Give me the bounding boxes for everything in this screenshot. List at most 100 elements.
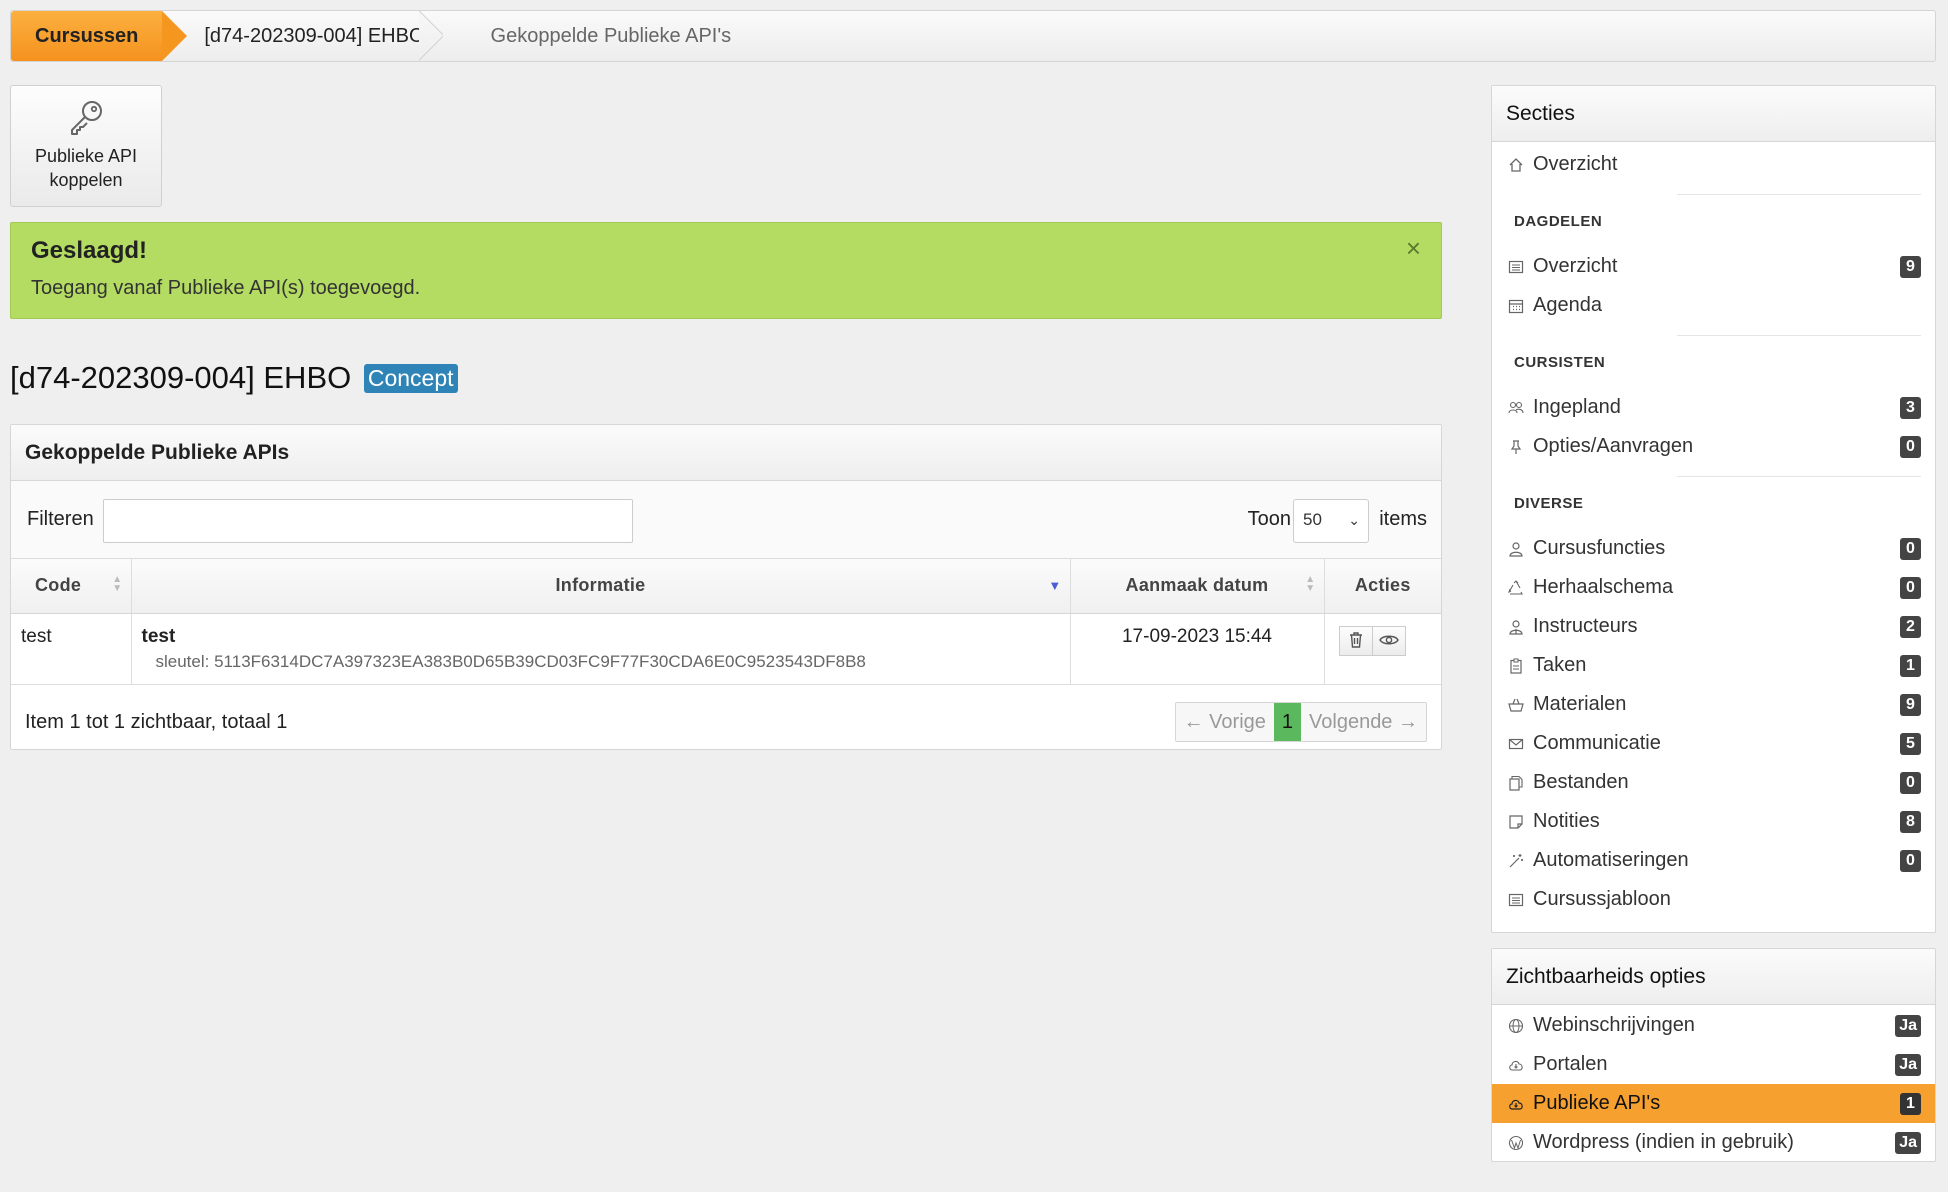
instructor-icon xyxy=(1509,620,1523,635)
list-icon xyxy=(1508,260,1524,274)
view-button[interactable] xyxy=(1371,625,1406,656)
column-header-info[interactable]: Informatie ▼ xyxy=(131,559,1071,614)
user-badge-icon xyxy=(1509,542,1523,557)
breadcrumb-course-label: [d74-202309-004] EHBO xyxy=(204,25,425,47)
delete-button[interactable] xyxy=(1338,625,1373,656)
sidebar-item-label: Cursusfuncties xyxy=(1533,537,1666,559)
pagination-summary: Item 1 tot 1 zichtbaar, totaal 1 xyxy=(25,710,288,733)
sidebar-item-cursusfuncties[interactable]: Cursusfuncties 0 xyxy=(1492,529,1935,568)
clipboard-icon xyxy=(1510,658,1522,674)
table-footer: Item 1 tot 1 zichtbaar, totaal 1 ← Vorig… xyxy=(11,685,1441,757)
sidebar-item-label: Opties/Aanvragen xyxy=(1533,435,1694,457)
breadcrumb-home[interactable]: Cursussen xyxy=(11,11,188,61)
linked-apis-panel: Gekoppelde Publieke APIs Filteren Toon 5… xyxy=(10,424,1442,750)
status-badge: Ja xyxy=(1895,1015,1921,1037)
cloud-icon xyxy=(1509,1060,1523,1071)
group-diverse: DIVERSE xyxy=(1514,495,1584,512)
filter-input[interactable] xyxy=(103,499,633,543)
sidebar-item-materialen[interactable]: Materialen 9 xyxy=(1492,685,1935,724)
sidebar-item-label: Agenda xyxy=(1533,294,1602,316)
count-badge: 1 xyxy=(1900,1093,1921,1115)
calendar-icon xyxy=(1508,299,1524,314)
globe-icon xyxy=(1508,1018,1524,1034)
breadcrumb: Cursussen [d74-202309-004] EHBO Gekoppel… xyxy=(10,10,1936,62)
sidebar-item-bestanden[interactable]: Bestanden 0 xyxy=(1492,763,1935,802)
column-header-code[interactable]: Code ▲ ▼ xyxy=(11,559,132,614)
sidebar-item-communicatie[interactable]: Communicatie 5 xyxy=(1492,724,1935,763)
count-badge: 0 xyxy=(1900,538,1921,560)
sidebar-item-label: Notities xyxy=(1533,810,1600,832)
breadcrumb-course[interactable]: [d74-202309-004] EHBO xyxy=(162,11,454,61)
visibility-panel: Zichtbaarheids opties Webinschrijvingen … xyxy=(1491,948,1936,1162)
column-header-actions-label: Acties xyxy=(1354,575,1411,596)
envelope-icon xyxy=(1508,738,1524,750)
sidebar-item-portalen[interactable]: Portalen Ja xyxy=(1492,1045,1935,1084)
sidebar-item-label: Webinschrijvingen xyxy=(1533,1014,1695,1036)
sidebar-item-label: Ingepland xyxy=(1533,396,1621,418)
count-badge: 1 xyxy=(1900,655,1921,677)
sidebar-item-automatiseringen[interactable]: Automatiseringen 0 xyxy=(1492,841,1935,880)
count-badge: 2 xyxy=(1900,616,1921,638)
visibility-title: Zichtbaarheids opties xyxy=(1492,949,1935,1005)
action-label-line1: Publieke API xyxy=(34,146,138,166)
sidebar-item-taken[interactable]: Taken 1 xyxy=(1492,646,1935,685)
sidebar-item-label: Materialen xyxy=(1533,693,1627,715)
sidebar-item-label: Communicatie xyxy=(1533,732,1661,754)
sidebar-item-agenda[interactable]: Agenda xyxy=(1492,286,1935,325)
page-size-select[interactable]: 50 ⌄ xyxy=(1293,499,1369,543)
sections-title: Secties xyxy=(1492,86,1935,142)
sidebar-item-ingepland[interactable]: Ingepland 3 xyxy=(1492,388,1935,427)
sidebar-item-label: Wordpress (indien in gebruik) xyxy=(1533,1131,1794,1153)
sidebar-item-cursussjabloon[interactable]: Cursussjabloon xyxy=(1492,880,1935,919)
chevron-down-icon: ⌄ xyxy=(1348,512,1360,528)
sidebar-item-overview[interactable]: Overzicht xyxy=(1492,145,1935,184)
sidebar-item-notities[interactable]: Notities 8 xyxy=(1492,802,1935,841)
count-badge: 9 xyxy=(1900,694,1921,716)
close-icon[interactable]: × xyxy=(1406,233,1421,264)
filter-label: Filteren xyxy=(27,508,94,530)
column-header-actions: Acties xyxy=(1324,559,1441,614)
sidebar-item-label: Bestanden xyxy=(1533,771,1629,793)
show-label: Toon xyxy=(1247,508,1291,530)
prev-page-button[interactable]: ← Vorige xyxy=(1176,703,1274,741)
wordpress-icon xyxy=(1508,1135,1524,1151)
cloud-icon xyxy=(1509,1099,1523,1110)
count-badge: 0 xyxy=(1900,772,1921,794)
sidebar-item-label: Herhaalschema xyxy=(1533,576,1674,598)
sort-icon: ▲ ▼ xyxy=(1305,574,1316,594)
status-badge: Concept xyxy=(363,364,458,393)
key-icon xyxy=(71,101,102,135)
sidebar-item-label: Taken xyxy=(1533,654,1587,676)
count-badge: 5 xyxy=(1900,733,1921,755)
count-badge: 0 xyxy=(1900,436,1921,458)
cell-actions xyxy=(1324,613,1441,685)
sidebar-item-label: Publieke API's xyxy=(1533,1092,1661,1114)
home-icon xyxy=(1509,158,1523,172)
sidebar-item-label: Cursussjabloon xyxy=(1533,888,1671,910)
count-badge: 3 xyxy=(1900,397,1921,419)
sidebar-item-label: Overzicht xyxy=(1533,255,1618,277)
alert-text: Toegang vanaf Publieke API(s) toegevoegd… xyxy=(31,277,421,299)
group-cursisten: CURSISTEN xyxy=(1514,354,1606,371)
page-button-1[interactable]: 1 xyxy=(1273,702,1302,741)
filter-row: Filteren Toon 50 ⌄ items xyxy=(11,481,1441,559)
template-icon xyxy=(1508,893,1524,907)
sections-panel: Secties Overzicht DAGDELEN Overzicht 9 A… xyxy=(1491,85,1936,933)
trash-icon xyxy=(1349,632,1362,649)
count-badge: 9 xyxy=(1900,256,1921,278)
sidebar-item-dagdelen-overview[interactable]: Overzicht 9 xyxy=(1492,247,1935,286)
next-page-button[interactable]: Volgende → xyxy=(1301,703,1426,741)
sidebar-item-publieke-apis[interactable]: Publieke API's 1 xyxy=(1492,1084,1935,1123)
link-public-api-button[interactable]: Publieke API koppelen xyxy=(10,85,162,207)
sidebar-item-wordpress[interactable]: Wordpress (indien in gebruik) Ja xyxy=(1492,1123,1935,1162)
success-alert: Geslaagd! Toegang vanaf Publieke API(s) … xyxy=(10,222,1442,319)
sidebar-item-label: Portalen xyxy=(1533,1053,1608,1075)
sidebar-item-opties[interactable]: Opties/Aanvragen 0 xyxy=(1492,427,1935,466)
column-header-code-label: Code xyxy=(35,575,82,596)
column-header-info-label: Informatie xyxy=(555,575,646,596)
sidebar-item-webinschrijvingen[interactable]: Webinschrijvingen Ja xyxy=(1492,1006,1935,1045)
files-icon xyxy=(1509,775,1523,791)
column-header-date[interactable]: Aanmaak datum ▲ ▼ xyxy=(1070,559,1325,614)
sidebar-item-herhaalschema[interactable]: Herhaalschema 0 xyxy=(1492,568,1935,607)
sidebar-item-instructeurs[interactable]: Instructeurs 2 xyxy=(1492,607,1935,646)
